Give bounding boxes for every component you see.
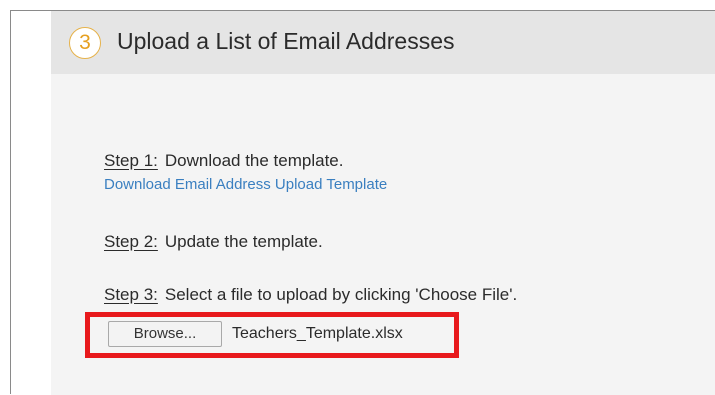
browse-button[interactable]: Browse... [108, 321, 222, 347]
step-1-label: Step 1: [104, 151, 158, 170]
panel-title: Upload a List of Email Addresses [117, 28, 455, 54]
step-number-badge: 3 [69, 27, 101, 59]
download-template-link[interactable]: Download Email Address Upload Template [104, 175, 387, 195]
step-1-line: Step 1: Download the template. [104, 150, 343, 172]
step-2-line: Step 2: Update the template. [104, 231, 323, 253]
step-3-text: Select a file to upload by clicking 'Cho… [164, 285, 518, 304]
step-1-text: Download the template. [164, 151, 344, 170]
file-input[interactable]: Browse... Teachers_Template.xlsx [101, 319, 461, 347]
selected-file-name: Teachers_Template.xlsx [232, 325, 403, 342]
panel-header: 3 Upload a List of Email Addresses [51, 11, 715, 74]
step-3-label: Step 3: [104, 285, 158, 304]
step-2-text: Update the template. [164, 232, 323, 251]
step-2-label: Step 2: [104, 232, 158, 251]
window-frame: 3 Upload a List of Email Addresses Step … [10, 10, 715, 395]
step-3-line: Step 3: Select a file to upload by clicki… [104, 284, 517, 306]
upload-panel: 3 Upload a List of Email Addresses Step … [51, 11, 715, 395]
